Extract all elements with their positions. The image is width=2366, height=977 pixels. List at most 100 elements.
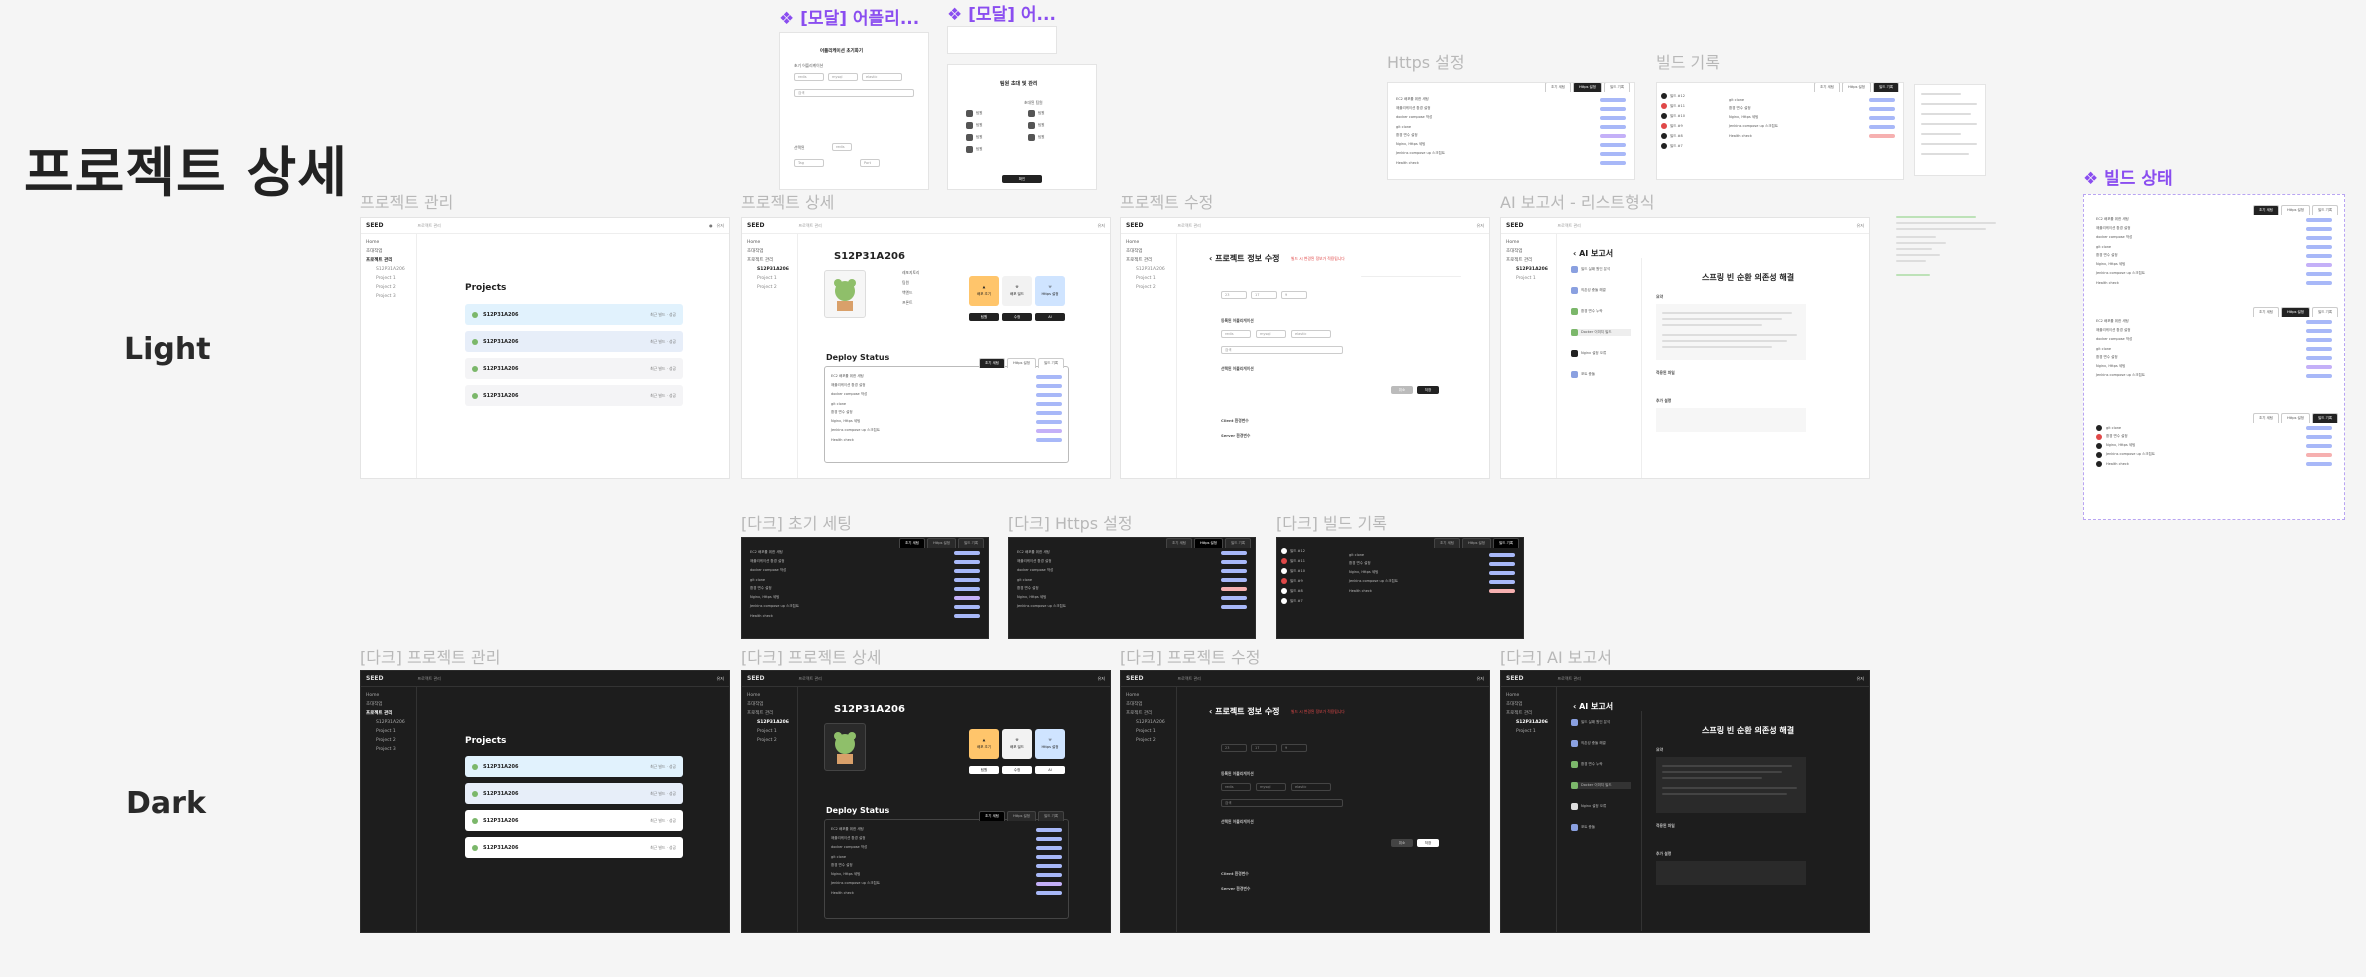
logo[interactable]: SEED [1126, 222, 1144, 229]
sidebar-item-projects[interactable]: 프로젝트 관리 [1506, 709, 1551, 718]
sidebar-item-projects[interactable]: 프로젝트 관리 [1506, 256, 1551, 265]
sidebar-item-project[interactable]: Project 1 [1126, 727, 1171, 736]
tab-init[interactable]: 초기 세팅 [1166, 538, 1193, 548]
sidebar-item-project[interactable]: S12P31A206 [1126, 265, 1171, 274]
modal-app-search[interactable]: 검색 [794, 89, 914, 97]
report-button[interactable]: AI [1035, 766, 1065, 774]
sidebar-item-project[interactable]: Project 2 [747, 736, 792, 745]
user-chip[interactable]: 유저 [717, 676, 724, 682]
sidebar-item-project[interactable]: Project 1 [366, 274, 411, 283]
tab-init[interactable]: 초기 세팅 [1434, 538, 1461, 548]
tab-https[interactable]: Https 설정 [927, 538, 956, 548]
tab-build[interactable]: 빌드 기록 [1493, 538, 1519, 548]
sidebar-item-project[interactable]: Project 2 [366, 736, 411, 745]
project-card[interactable]: S12P31A206 최근 빌드 · 성공 [465, 783, 683, 804]
tab-init[interactable]: 초기 세팅 [1814, 83, 1841, 92]
user-chip[interactable]: 유저 [1477, 223, 1484, 229]
tab-https[interactable]: Https 설정 [1007, 811, 1036, 821]
cancel-button[interactable]: 취소 [1391, 386, 1413, 394]
sidebar-item-project[interactable]: Project 3 [366, 292, 411, 301]
sidebar-item-project[interactable]: Project 1 [747, 274, 792, 283]
invite-button[interactable]: 팀원 [969, 313, 999, 321]
list-item[interactable]: 빌드 #10 [1661, 113, 1721, 119]
sidebar-item-project[interactable]: Project 1 [1506, 727, 1551, 736]
tab-build[interactable]: 빌드 기록 [2312, 205, 2338, 215]
tab-init[interactable]: 초기 세팅 [979, 358, 1006, 368]
list-item[interactable]: 빌드 #11 [1281, 558, 1341, 564]
logo[interactable]: SEED [747, 675, 765, 682]
sidebar-item-project[interactable]: S12P31A206 [1506, 718, 1551, 727]
list-item[interactable]: Nginx 설정 오류 [1571, 350, 1631, 357]
sidebar-item-home[interactable]: Home [1506, 691, 1551, 700]
sidebar-item-project[interactable]: Project 2 [1126, 283, 1171, 292]
tab-init[interactable]: 초기 세팅 [2253, 307, 2280, 317]
sidebar-item-invite[interactable]: 초대작업 [747, 247, 792, 256]
app-select[interactable]: redis [1221, 783, 1251, 791]
sidebar-item-projects[interactable]: 프로젝트 관리 [747, 709, 792, 718]
tile-deploy-build[interactable]: ⚒ 배포 빌드 [1002, 729, 1032, 759]
sidebar-item-invite[interactable]: 초대작업 [1506, 700, 1551, 709]
user-chip[interactable]: 유저 [1477, 676, 1484, 682]
list-item[interactable]: 빌드 #8 [1661, 133, 1721, 139]
sidebar-item-project[interactable]: Project 3 [366, 745, 411, 754]
list-item[interactable]: 빌드 #8 [1281, 588, 1341, 594]
tab-https[interactable]: Https 설정 [2281, 307, 2310, 317]
sidebar-item-projects[interactable]: 프로젝트 관리 [1126, 256, 1171, 265]
sidebar-item-invite[interactable]: 초대작업 [1506, 247, 1551, 256]
sidebar-item-project[interactable]: Project 1 [747, 727, 792, 736]
list-item[interactable]: 환경 변수 누락 [1571, 761, 1631, 768]
user-chip[interactable]: 유저 [1098, 676, 1105, 682]
list-item[interactable]: 빌드 실패 원인 분석 [1571, 266, 1631, 273]
sidebar-item-project[interactable]: Project 2 [366, 283, 411, 292]
modal-app-select-3[interactable]: elastic [862, 73, 902, 81]
user-chip[interactable]: 유저 [1857, 223, 1864, 229]
time-input[interactable]: 23 [1221, 291, 1247, 299]
tab-build[interactable]: 빌드 기록 [2312, 307, 2338, 317]
list-item[interactable]: 의존성 충돌 해결 [1571, 740, 1631, 747]
sidebar-item-invite[interactable]: 초대작업 [1126, 247, 1171, 256]
tab-build[interactable]: 빌드 기록 [1038, 358, 1064, 368]
list-item[interactable]: 포트 충돌 [1571, 371, 1631, 378]
logo[interactable]: SEED [366, 222, 384, 229]
sidebar-item-home[interactable]: Home [366, 691, 411, 700]
time-input[interactable]: 17 [1251, 291, 1277, 299]
report-button[interactable]: AI [1035, 313, 1065, 321]
sidebar-item-home[interactable]: Home [1126, 691, 1171, 700]
sidebar-item-project[interactable]: S12P31A206 [1126, 718, 1171, 727]
sidebar-item-projects[interactable]: 프로젝트 관리 [366, 709, 411, 718]
report-back[interactable]: ‹ AI 보고서 [1573, 248, 1613, 259]
tile-https[interactable]: ⛨ Https 설정 [1035, 276, 1065, 306]
project-card[interactable]: S12P31A206 최근 빌드 · 성공 [465, 304, 683, 325]
logo[interactable]: SEED [747, 222, 765, 229]
list-item[interactable]: Docker 이미지 빌드 [1571, 329, 1631, 336]
user-chip[interactable]: ● 유저 [709, 223, 724, 229]
bell-icon[interactable]: ● [709, 223, 713, 228]
tile-deploy-init[interactable]: ▲ 배포 초기 [969, 276, 999, 306]
tab-https[interactable]: Https 설정 [1194, 538, 1223, 548]
sidebar-item-project[interactable]: Project 1 [1126, 274, 1171, 283]
sidebar-item-project[interactable]: Project 1 [1506, 274, 1551, 283]
logo[interactable]: SEED [1506, 675, 1524, 682]
sidebar-item-invite[interactable]: 초대작업 [366, 700, 411, 709]
app-select[interactable]: elastic [1291, 330, 1331, 338]
app-select[interactable]: mysql [1256, 330, 1286, 338]
list-item[interactable]: 빌드 #7 [1661, 143, 1721, 149]
logo[interactable]: SEED [1126, 675, 1144, 682]
tab-init[interactable]: 초기 세팅 [1545, 83, 1572, 92]
sidebar-item-projects[interactable]: 프로젝트 관리 [1126, 709, 1171, 718]
logo[interactable]: SEED [366, 675, 384, 682]
tab-https[interactable]: Https 설정 [1007, 358, 1036, 368]
modal-app-select-1[interactable]: redis [794, 73, 824, 81]
tab-init[interactable]: 초기 세팅 [899, 538, 926, 548]
sidebar-item-project[interactable]: S12P31A206 [747, 718, 792, 727]
tab-https[interactable]: Https 설정 [1462, 538, 1491, 548]
tab-build[interactable]: 빌드 기록 [1225, 538, 1251, 548]
tab-https[interactable]: Https 설정 [2281, 413, 2310, 423]
modal-app-tag-input[interactable]: Tag [794, 159, 824, 167]
modal-app-select-2[interactable]: mysql [828, 73, 858, 81]
list-item[interactable]: 빌드 #11 [1661, 103, 1721, 109]
tab-https[interactable]: Https 설정 [1842, 83, 1871, 92]
list-item[interactable]: 빌드 #9 [1661, 123, 1721, 129]
project-card[interactable]: S12P31A206 최근 빌드 · 성공 [465, 837, 683, 858]
edit-button[interactable]: 수정 [1002, 313, 1032, 321]
